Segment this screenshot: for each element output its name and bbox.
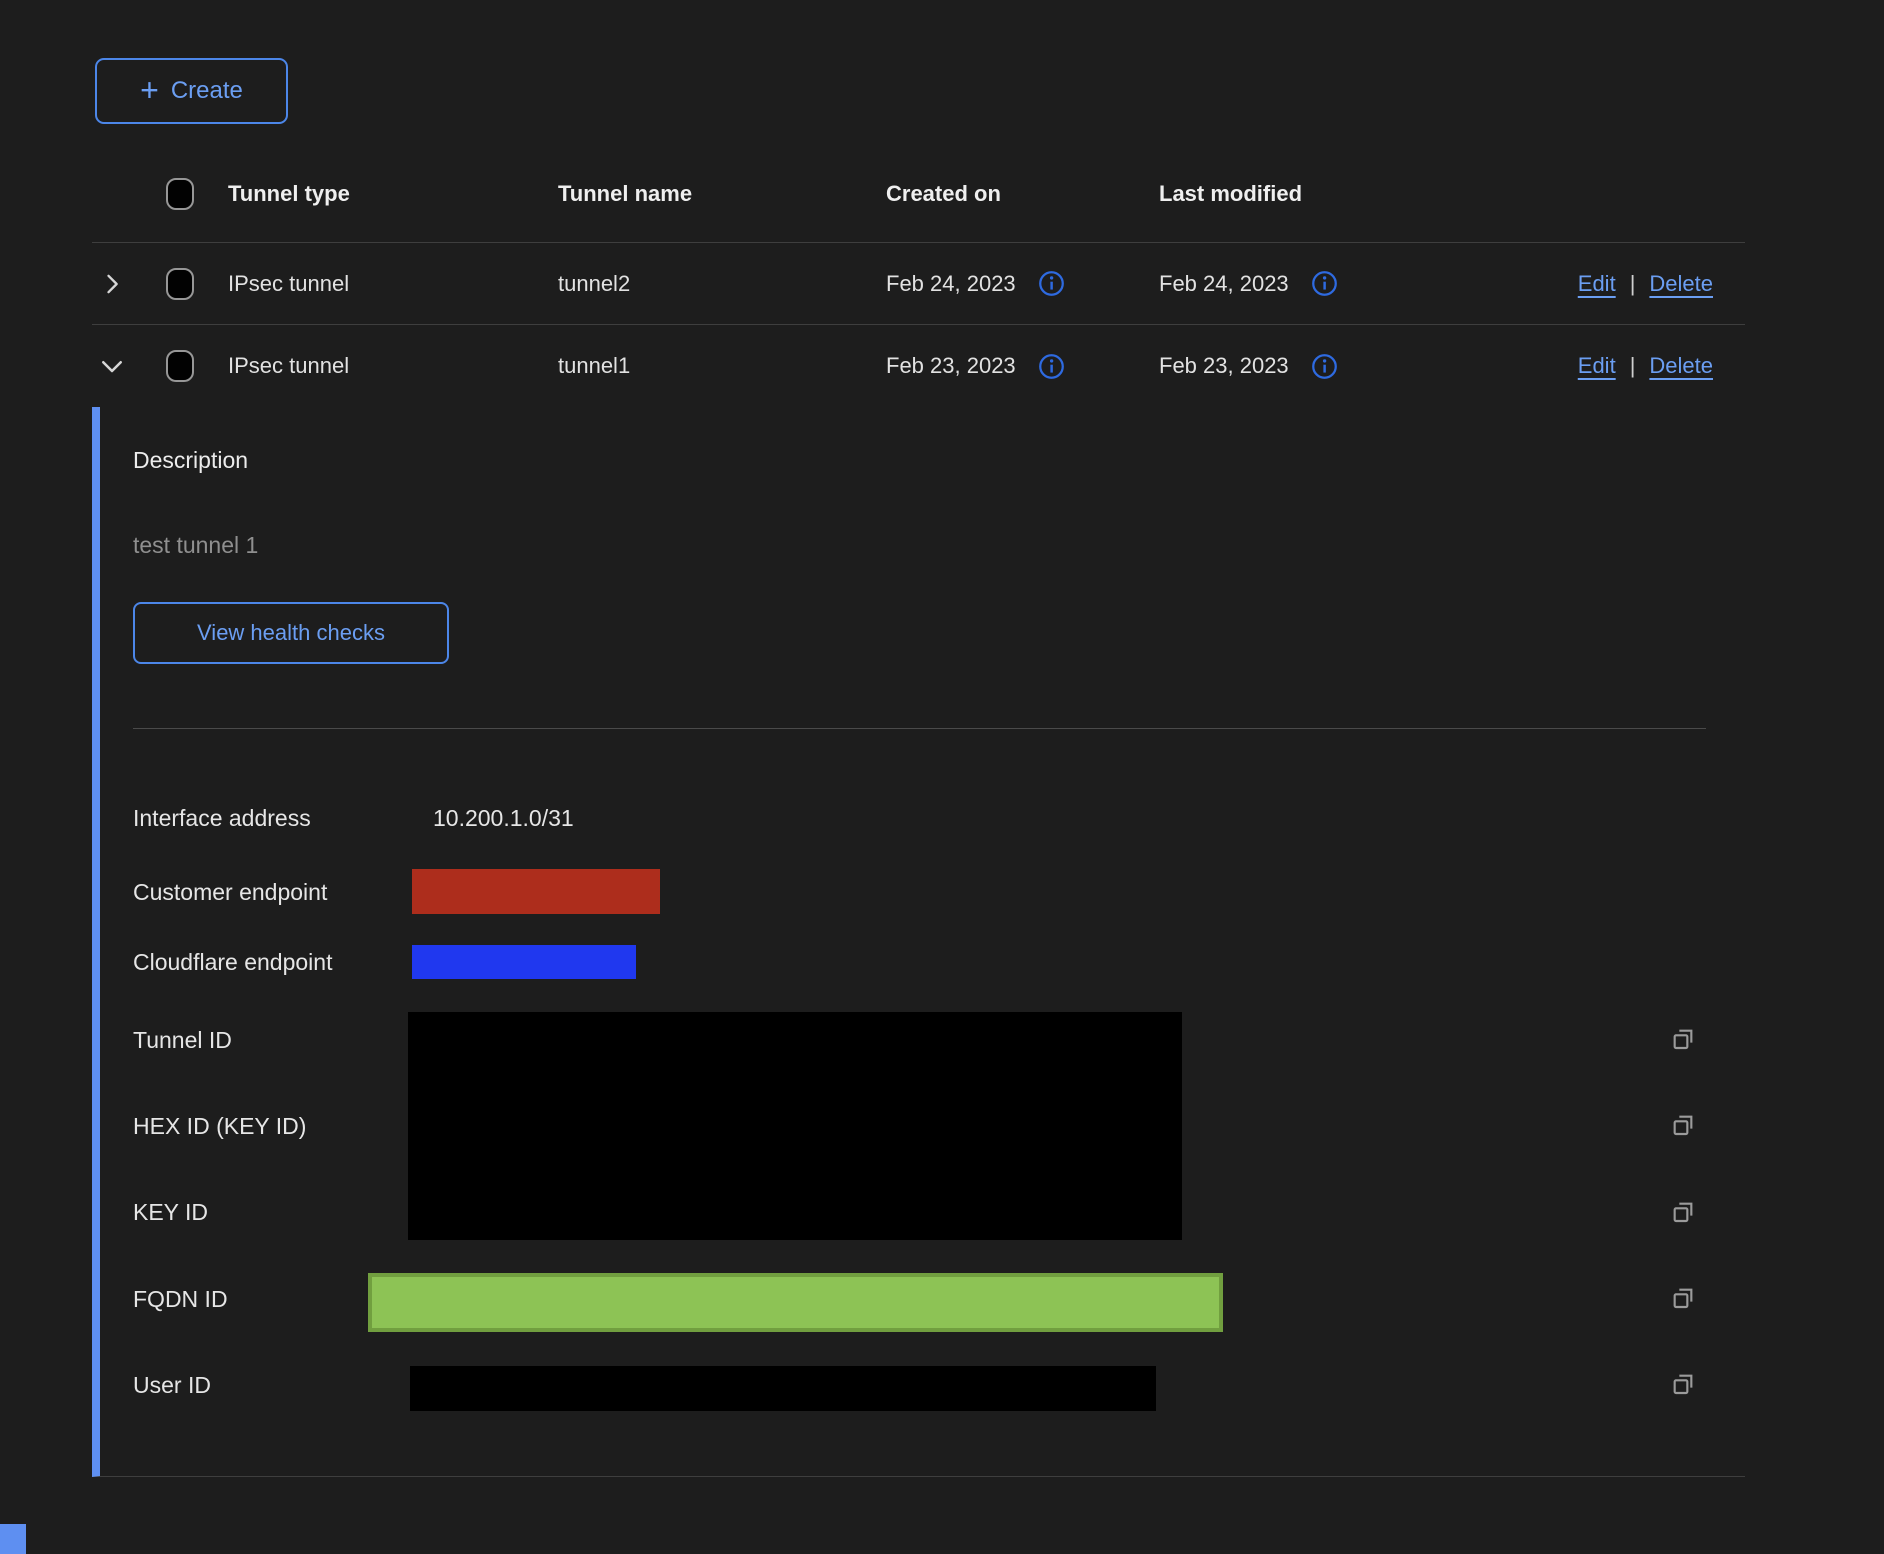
cloudflare-endpoint-label: Cloudflare endpoint (133, 947, 332, 977)
copy-fqdn-id-button[interactable] (1666, 1281, 1702, 1317)
action-separator: | (1630, 271, 1636, 297)
collapse-row-button[interactable] (92, 351, 132, 381)
chevron-right-icon (98, 270, 126, 298)
panel-divider (133, 728, 1706, 729)
user-id-label: User ID (133, 1370, 211, 1400)
row-checkbox[interactable] (166, 350, 194, 382)
cloudflare-endpoint-redacted-value (412, 945, 636, 979)
key-id-label: KEY ID (133, 1197, 208, 1227)
copy-tunnel-id-button[interactable] (1666, 1022, 1702, 1058)
last-modified-cell: Feb 23, 2023 (1159, 353, 1289, 379)
copy-icon (1668, 1197, 1700, 1229)
copy-icon (1668, 1024, 1700, 1056)
user-id-redacted-value (410, 1366, 1156, 1411)
table-row: IPsec tunnel tunnel2 Feb 24, 2023 Feb 24… (92, 243, 1745, 325)
delete-link[interactable]: Delete (1649, 271, 1713, 297)
tunnel-name-cell: tunnel1 (558, 353, 886, 379)
tunnel-detail-panel: Description test tunnel 1 View health ch… (92, 407, 1745, 1477)
info-icon[interactable] (1038, 353, 1065, 380)
cutoff-blue-element (0, 1524, 26, 1554)
interface-address-value: 10.200.1.0/31 (433, 803, 574, 833)
copy-hex-id-button[interactable] (1666, 1108, 1702, 1144)
row-checkbox[interactable] (166, 268, 194, 300)
info-icon[interactable] (1038, 270, 1065, 297)
tunnel-type-cell: IPsec tunnel (228, 353, 558, 379)
fqdn-id-label: FQDN ID (133, 1284, 228, 1314)
info-icon[interactable] (1311, 353, 1338, 380)
copy-user-id-button[interactable] (1666, 1367, 1702, 1403)
created-on-cell: Feb 24, 2023 (886, 271, 1016, 297)
created-on-cell: Feb 23, 2023 (886, 353, 1016, 379)
edit-link[interactable]: Edit (1578, 353, 1616, 379)
copy-icon (1668, 1110, 1700, 1142)
create-button-label: Create (171, 77, 243, 105)
tunnel-name-cell: tunnel2 (558, 271, 886, 297)
tunnels-table: Tunnel type Tunnel name Created on Last … (92, 145, 1745, 407)
description-label: Description (133, 447, 248, 474)
column-header-created-on: Created on (886, 181, 1159, 207)
interface-address-label: Interface address (133, 803, 311, 833)
table-row: IPsec tunnel tunnel1 Feb 23, 2023 Feb 23… (92, 325, 1745, 407)
select-all-checkbox[interactable] (166, 178, 194, 210)
column-header-last-modified: Last modified (1159, 181, 1489, 207)
copy-icon (1668, 1369, 1700, 1401)
plus-icon: + (140, 74, 159, 106)
delete-link[interactable]: Delete (1649, 353, 1713, 379)
description-value: test tunnel 1 (133, 532, 258, 559)
customer-endpoint-redacted-value (412, 869, 660, 914)
column-header-tunnel-type: Tunnel type (228, 181, 558, 207)
id-values-redacted-block (408, 1012, 1182, 1240)
view-health-checks-label: View health checks (197, 620, 385, 646)
copy-key-id-button[interactable] (1666, 1195, 1702, 1231)
customer-endpoint-label: Customer endpoint (133, 877, 327, 907)
tunnel-id-label: Tunnel ID (133, 1025, 232, 1055)
action-separator: | (1630, 353, 1636, 379)
last-modified-cell: Feb 24, 2023 (1159, 271, 1289, 297)
fqdn-id-redacted-value (368, 1273, 1223, 1332)
hex-id-label: HEX ID (KEY ID) (133, 1111, 306, 1141)
expand-row-button[interactable] (92, 270, 132, 298)
info-icon[interactable] (1311, 270, 1338, 297)
column-header-tunnel-name: Tunnel name (558, 181, 886, 207)
tunnel-type-cell: IPsec tunnel (228, 271, 558, 297)
create-button[interactable]: + Create (95, 58, 288, 124)
chevron-down-icon (97, 351, 127, 381)
table-header-row: Tunnel type Tunnel name Created on Last … (92, 145, 1745, 243)
copy-icon (1668, 1283, 1700, 1315)
edit-link[interactable]: Edit (1578, 271, 1616, 297)
view-health-checks-button[interactable]: View health checks (133, 602, 449, 664)
